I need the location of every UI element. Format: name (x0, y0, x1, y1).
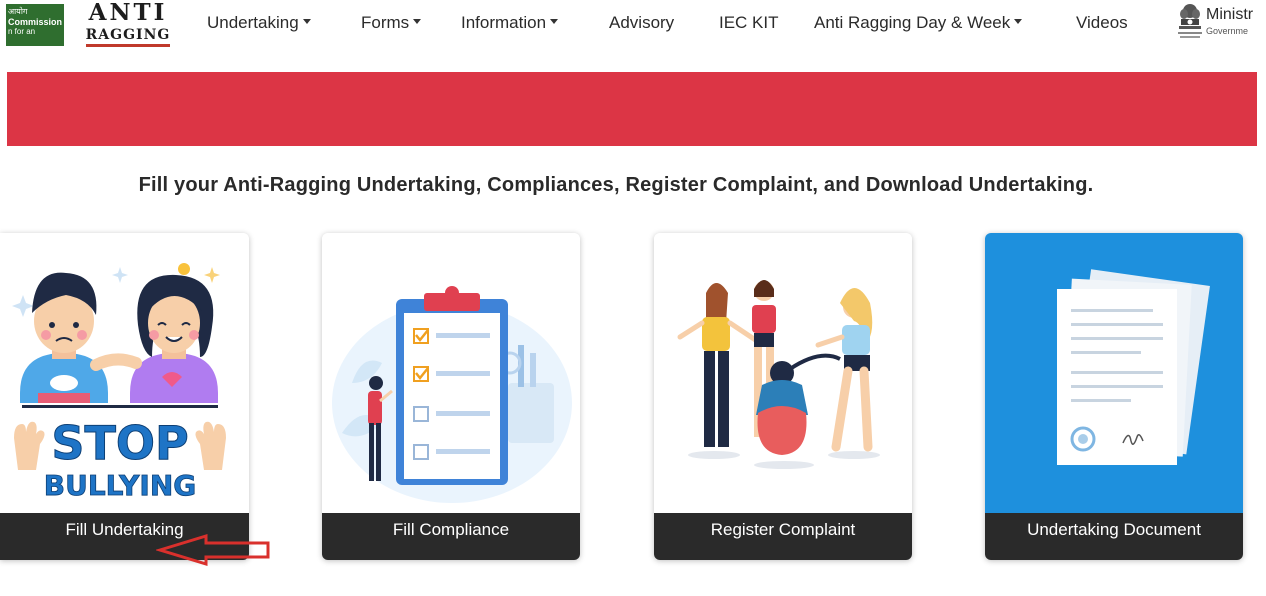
nav-information-label: Information (461, 13, 547, 32)
ugc-logo-line2: Commission (8, 17, 63, 27)
ragging-victim-illustration (654, 233, 912, 513)
clipboard-checklist-illustration (322, 233, 580, 513)
nav-anti-ragging-day-week-label: Anti Ragging Day & Week (814, 13, 1011, 32)
card-footer: Fill Compliance (322, 513, 580, 560)
nav-videos[interactable]: Videos (1076, 13, 1128, 33)
top-navbar: आयोग Commission n for an ANTI RAGGING Un… (0, 0, 1266, 50)
red-arrow-icon (156, 533, 270, 567)
card-footer: Register Complaint (654, 513, 912, 560)
nav-forms[interactable]: Forms (361, 13, 422, 33)
nav-forms-label: Forms (361, 13, 410, 32)
nav-undertaking-label: Undertaking (207, 13, 299, 32)
register-complaint-card[interactable]: Register Complaint (654, 233, 912, 560)
bullying-text: BULLYING (44, 469, 197, 502)
document-stack-illustration (985, 233, 1243, 513)
ministry-logo[interactable]: Ministr Governme (1172, 0, 1266, 50)
page-heading: Fill your Anti-Ragging Undertaking, Comp… (138, 174, 1094, 196)
logo-anti-text: ANTI (88, 0, 168, 26)
fill-compliance-card[interactable]: Fill Compliance (322, 233, 580, 560)
caret-down-icon (413, 19, 422, 25)
caret-down-icon (550, 19, 559, 25)
nav-advisory[interactable]: Advisory (609, 13, 674, 33)
nav-anti-ragging-day-week[interactable]: Anti Ragging Day & Week (814, 13, 1023, 33)
stop-text: STOP (51, 416, 188, 470)
ministry-title: Ministr (1206, 6, 1254, 23)
nav-information[interactable]: Information (461, 13, 559, 33)
national-emblem-icon (1178, 4, 1202, 38)
ugc-logo-line3: n for an (8, 27, 36, 36)
caret-down-icon (302, 19, 311, 25)
fill-undertaking-card[interactable]: STOP BULLYING Fill Undertaking (0, 233, 249, 560)
nav-iec-kit-label: IEC KIT (719, 13, 779, 32)
ministry-subtitle: Governme (1206, 26, 1249, 36)
nav-undertaking[interactable]: Undertaking (207, 13, 311, 33)
undertaking-document-card[interactable]: Undertaking Document (985, 233, 1243, 560)
stop-bullying-illustration: STOP BULLYING (0, 233, 249, 513)
ugc-logo-line1: आयोग (8, 7, 28, 16)
caret-down-icon (1014, 19, 1023, 25)
card-footer: Undertaking Document (985, 513, 1243, 560)
red-banner (7, 72, 1257, 146)
logo-ragging-text: RAGGING (85, 27, 171, 47)
nav-videos-label: Videos (1076, 13, 1128, 32)
anti-ragging-logo[interactable]: ANTI RAGGING (82, 0, 174, 47)
nav-iec-kit[interactable]: IEC KIT (719, 13, 779, 33)
ugc-logo[interactable]: आयोग Commission n for an (6, 4, 64, 46)
nav-advisory-label: Advisory (609, 13, 675, 32)
